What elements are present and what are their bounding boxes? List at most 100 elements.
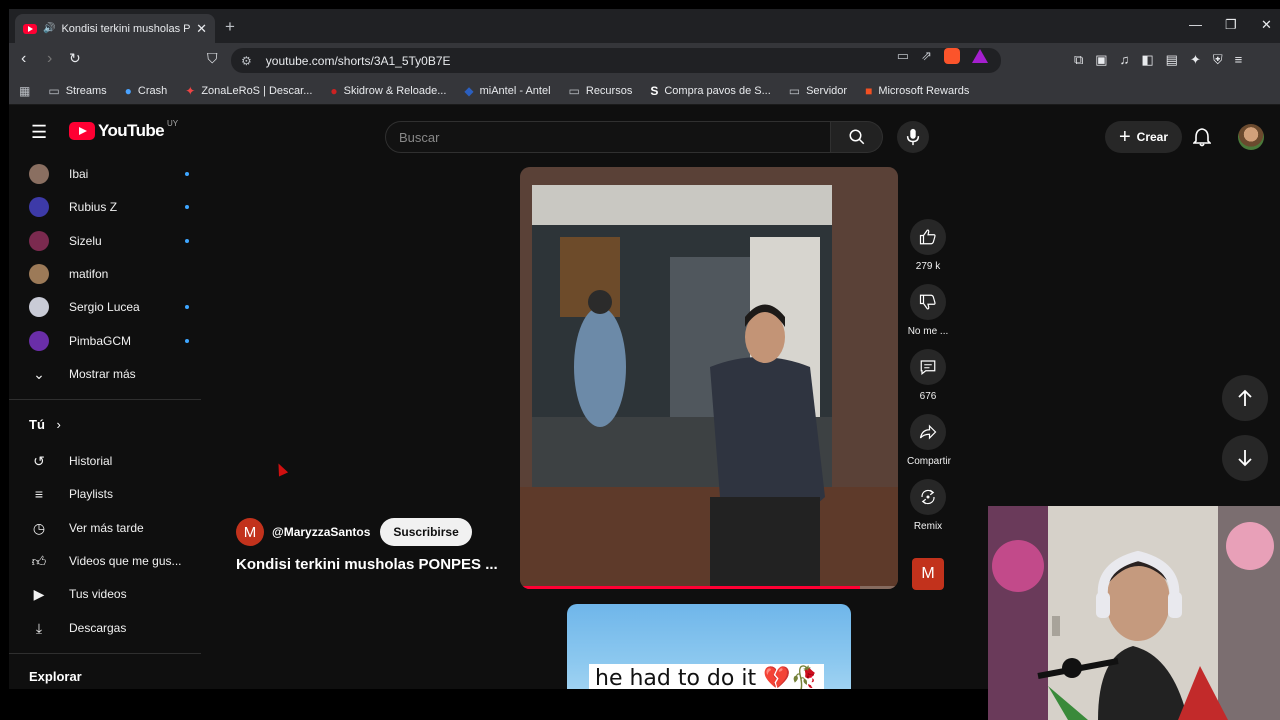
account-avatar[interactable] (1238, 124, 1264, 150)
apps-icon[interactable]: ▦ (19, 84, 30, 98)
bookmark-servidor[interactable]: ▭ Servidor (789, 84, 847, 98)
sidebar-item-your-videos[interactable]: ▶ Tus videos (29, 581, 189, 607)
you-section-header[interactable]: Tú › (29, 417, 61, 432)
subscription-matifon[interactable]: matifon (29, 261, 189, 287)
maximize-icon[interactable]: ❐ (1225, 17, 1237, 33)
next-short-button[interactable] (1222, 435, 1268, 481)
show-more-button[interactable]: ⌄ Mostrar más (29, 361, 189, 387)
reload-icon[interactable]: ↻ (69, 50, 81, 67)
bookmark-crash[interactable]: ● Crash (125, 84, 168, 98)
browser-tab[interactable]: 🔊 Kondisi terkini musholas PONPES ✕ (15, 14, 215, 43)
menu-icon[interactable]: ≡ (1235, 52, 1243, 68)
search-input[interactable]: Buscar (385, 121, 831, 153)
site-icon: ● (330, 83, 338, 98)
bookmark-streams[interactable]: ▭ Streams (48, 84, 106, 98)
your-videos-icon: ▶ (33, 585, 45, 602)
like-button[interactable] (910, 219, 946, 255)
next-short-caption: he had to do it 💔🥀 (589, 664, 824, 689)
notifications-bell-icon[interactable] (1193, 127, 1211, 147)
remix-action: Remix (907, 479, 949, 532)
short-title[interactable]: Kondisi terkini musholas PONPES ... (236, 556, 498, 573)
share-page-icon[interactable]: ⇗ (921, 48, 932, 64)
channel-avatar (29, 331, 49, 351)
close-tab-icon[interactable]: ✕ (196, 21, 207, 37)
youtube-logo[interactable]: YouTube UY (69, 119, 178, 141)
sidebar-item-liked-videos[interactable]: 👍︎ Videos que me gus... (29, 548, 189, 574)
arrow-down-icon (1238, 450, 1252, 467)
channel-avatar (29, 297, 49, 317)
url-text: youtube.com/shorts/3A1_5Ty0B7E (265, 53, 451, 68)
subscription-sergio-lucea[interactable]: Sergio Lucea (29, 294, 189, 320)
brave-shields-icon[interactable] (944, 48, 960, 64)
channel-avatar (29, 164, 49, 184)
remix-button[interactable] (910, 479, 946, 515)
sidebar-item-history[interactable]: ↺ Historial (29, 448, 189, 474)
masthead: ☰ YouTube UY Buscar + Crear (9, 105, 1280, 161)
subscribe-button[interactable]: Suscribirse (380, 518, 472, 546)
bookmark-recursos[interactable]: ▭ Recursos (569, 84, 633, 98)
guide-menu-icon[interactable]: ☰ (31, 122, 47, 143)
bookmark-skidrow[interactable]: ● Skidrow & Reloade... (330, 84, 446, 98)
sidebar-item-watch-later[interactable]: ◷ Ver más tarde (29, 515, 189, 541)
guide-sidebar: Ibai Rubius Z Sizelu matifon Sergio Luce… (9, 161, 201, 689)
bookmarks-bar: ▦ ▭ Streams ● Crash ✦ ZonaLeRoS | Descar...… (9, 77, 1280, 105)
bookmark-icon[interactable]: ⛉ (207, 50, 218, 67)
address-bar[interactable]: ⚙ youtube.com/shorts/3A1_5Ty0B7E (231, 48, 1001, 73)
sidebar-item-playlists[interactable]: ≡ Playlists (29, 481, 189, 507)
comments-button[interactable] (910, 349, 946, 385)
folder-icon: ▭ (48, 83, 60, 98)
channel-avatar[interactable]: M (236, 518, 264, 546)
wallet-icon[interactable]: ▤ (1166, 52, 1178, 68)
create-button[interactable]: + Crear (1105, 121, 1182, 153)
comment-count: 676 (919, 391, 937, 402)
new-content-dot (185, 305, 189, 309)
new-tab-button[interactable]: + (225, 17, 235, 37)
divider (9, 399, 201, 400)
dislike-button[interactable] (910, 284, 946, 320)
sidebar-item-downloads[interactable]: ⤓ Descargas (29, 615, 189, 641)
like-action: 279 k (907, 219, 949, 272)
share-button[interactable] (910, 414, 946, 450)
bookmark-microsoft-rewards[interactable]: ■ Microsoft Rewards (865, 84, 969, 98)
short-video-player[interactable] (520, 167, 898, 589)
forward-icon[interactable]: › (47, 50, 52, 68)
media-icon[interactable]: ♫ (1120, 52, 1130, 68)
subscription-pimbagcm[interactable]: PimbaGCM (29, 328, 189, 354)
pip-icon[interactable]: ▣ (1095, 52, 1107, 68)
brave-rewards-icon[interactable] (972, 49, 988, 63)
speaker-icon[interactable]: 🔊 (43, 23, 55, 34)
site-info-icon[interactable]: ⚙ (241, 54, 252, 68)
next-short-preview[interactable]: he had to do it 💔🥀 (567, 604, 851, 689)
ms-icon: ■ (865, 83, 873, 98)
youtube-play-icon (69, 122, 95, 140)
sidebar-toggle-icon[interactable]: ◧ (1141, 52, 1153, 68)
navigation-bar: ‹ › ↻ ⛉ ⚙ youtube.com/shorts/3A1_5Ty0B7E… (9, 43, 1280, 77)
folder-icon: ▭ (568, 83, 580, 98)
bookmark-zonaleros[interactable]: ✦ ZonaLeRoS | Descar... (185, 84, 312, 98)
subscription-rubius-z[interactable]: Rubius Z (29, 194, 189, 220)
leo-ai-icon[interactable]: ✦ (1190, 52, 1201, 68)
vpn-icon[interactable]: ⛨ (1213, 52, 1223, 68)
voice-search-button[interactable] (897, 121, 929, 153)
minimize-icon[interactable]: — (1189, 17, 1202, 32)
bookmark-compra-pavos[interactable]: S Compra pavos de S... (650, 84, 770, 98)
subscription-ibai[interactable]: Ibai (29, 161, 189, 187)
playback-progress-bar[interactable] (520, 586, 898, 589)
previous-short-button[interactable] (1222, 375, 1268, 421)
search-button[interactable] (831, 121, 883, 153)
drop-icon: ● (124, 83, 132, 98)
chevron-down-icon: ⌄ (33, 365, 45, 382)
new-content-dot (185, 339, 189, 343)
subscription-sizelu[interactable]: Sizelu (29, 228, 189, 254)
channel-thumbnail-button[interactable]: M (912, 558, 944, 590)
s-icon: S (650, 83, 659, 98)
extensions-icon[interactable]: ⧉ (1074, 52, 1083, 68)
webcam-image (988, 506, 1280, 720)
cast-icon[interactable]: ▭ (897, 48, 909, 64)
thumbs-down-icon (919, 294, 936, 310)
remix-label: Remix (913, 521, 943, 532)
channel-handle[interactable]: @MaryzzaSantos (272, 525, 370, 539)
back-icon[interactable]: ‹ (21, 50, 26, 68)
bookmark-miantel[interactable]: ◆ miAntel - Antel (464, 84, 550, 98)
close-window-icon[interactable]: ✕ (1261, 17, 1272, 33)
